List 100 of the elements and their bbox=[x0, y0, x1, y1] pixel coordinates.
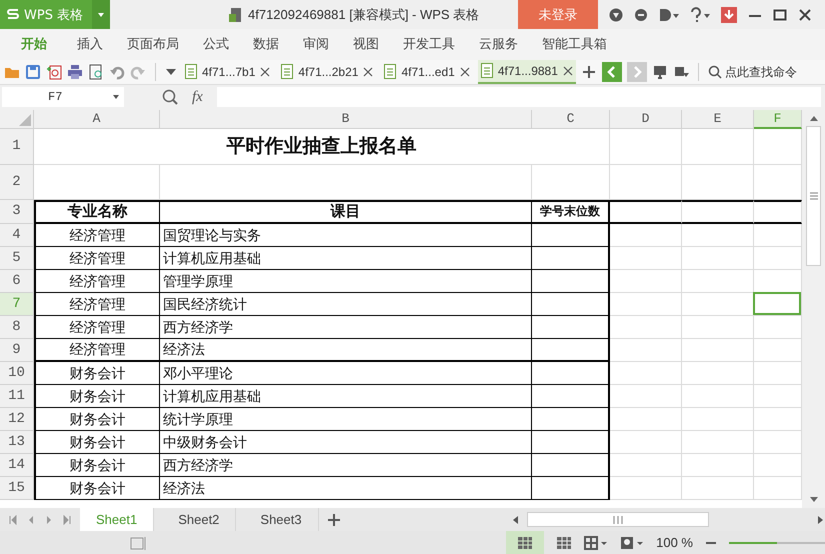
ribbon-tab[interactable]: 云服务 bbox=[467, 35, 530, 54]
close-icon[interactable] bbox=[562, 66, 573, 76]
empty-cell[interactable] bbox=[532, 270, 610, 293]
table-cell: 计算机应用基础 bbox=[160, 384, 532, 408]
row-header[interactable]: 11 bbox=[0, 384, 34, 408]
row-header[interactable]: 14 bbox=[0, 454, 34, 477]
document-tab[interactable]: 4f71...7b1 bbox=[182, 60, 274, 84]
column-header[interactable]: D bbox=[610, 110, 682, 129]
table-cell: 统计学原理 bbox=[160, 408, 532, 431]
table-cell: 经济管理 bbox=[34, 246, 160, 270]
table-cell: 经济法 bbox=[160, 338, 532, 362]
ribbon-tab[interactable]: 智能工具箱 bbox=[530, 35, 619, 54]
column-header[interactable]: C bbox=[532, 110, 610, 129]
scroll-up-icon[interactable] bbox=[808, 114, 818, 122]
page-break-view-icon[interactable] bbox=[556, 536, 572, 550]
pdf-export-icon[interactable] bbox=[46, 64, 62, 80]
empty-cell[interactable] bbox=[532, 316, 610, 339]
row-header[interactable]: 1 bbox=[0, 128, 34, 165]
table-cell: 经济管理 bbox=[34, 292, 160, 316]
search-field[interactable]: 点此查找命令 bbox=[724, 64, 813, 79]
spreadsheet-icon bbox=[185, 64, 197, 80]
dropdown-icon[interactable] bbox=[112, 94, 120, 100]
document-tab[interactable]: 4f71...2b21 bbox=[278, 60, 376, 84]
empty-cell[interactable] bbox=[532, 408, 610, 431]
name-box[interactable]: F7 bbox=[2, 87, 124, 108]
empty-cell[interactable] bbox=[532, 384, 610, 408]
empty-cell[interactable] bbox=[532, 224, 610, 247]
table-cell: 西方经济学 bbox=[160, 454, 532, 477]
empty-cell[interactable] bbox=[532, 476, 610, 500]
ribbon-tab[interactable]: 审阅 bbox=[291, 35, 341, 54]
select-all-icon[interactable] bbox=[19, 114, 31, 126]
title-cell: 平时作业抽查上报名单 bbox=[34, 128, 610, 165]
sheet-tab[interactable]: Sheet1 bbox=[80, 508, 154, 531]
row-header[interactable]: 3 bbox=[0, 200, 34, 224]
close-icon[interactable] bbox=[797, 6, 813, 22]
freeze-panes-icon[interactable] bbox=[584, 536, 608, 550]
empty-cell[interactable] bbox=[532, 338, 610, 362]
ribbon-tab[interactable]: 视图 bbox=[341, 35, 391, 54]
empty-cell[interactable] bbox=[532, 292, 610, 316]
ribbon-tab[interactable]: 数据 bbox=[241, 35, 291, 54]
empty-cell[interactable] bbox=[532, 430, 610, 454]
eye-protection-icon[interactable] bbox=[620, 536, 644, 550]
close-icon[interactable] bbox=[363, 66, 374, 77]
row-header[interactable]: 8 bbox=[0, 316, 34, 339]
grip-icon bbox=[613, 516, 623, 524]
next-icon[interactable] bbox=[626, 62, 647, 82]
document-icon bbox=[228, 6, 242, 22]
empty-cell[interactable] bbox=[532, 362, 610, 385]
table-cell: 经济管理 bbox=[34, 224, 160, 247]
ribbon-tab[interactable]: 页面布局 bbox=[115, 35, 191, 54]
download-icon[interactable] bbox=[720, 6, 738, 24]
empty-cell[interactable] bbox=[682, 200, 754, 224]
row-header[interactable]: 5 bbox=[0, 246, 34, 270]
document-tab[interactable]: 4f71...9881 bbox=[478, 60, 576, 84]
ribbon-tab[interactable]: 公式 bbox=[191, 35, 241, 54]
last-sheet-icon[interactable] bbox=[62, 514, 72, 524]
document-tab[interactable]: 4f71...ed1 bbox=[381, 60, 473, 84]
row-header[interactable]: 4 bbox=[0, 224, 34, 247]
help-icon[interactable] bbox=[689, 6, 711, 22]
empty-cell[interactable] bbox=[532, 454, 610, 477]
table-cell: 经济管理 bbox=[34, 338, 160, 362]
row-header[interactable]: 15 bbox=[0, 476, 34, 500]
insert-function-button[interactable]: fx bbox=[186, 88, 209, 106]
empty-cell[interactable] bbox=[610, 200, 682, 224]
column-header[interactable]: E bbox=[682, 110, 754, 129]
caret-icon[interactable] bbox=[97, 12, 105, 18]
zoom-lookup-icon[interactable] bbox=[162, 89, 178, 106]
add-sheet-icon[interactable] bbox=[326, 512, 341, 526]
scrollbar-thumb[interactable] bbox=[806, 126, 821, 266]
print-preview-icon[interactable] bbox=[88, 64, 104, 80]
notes-icon[interactable] bbox=[130, 536, 146, 550]
next-sheet-icon[interactable] bbox=[44, 514, 54, 524]
scroll-down-icon[interactable] bbox=[808, 496, 818, 504]
maximize-icon[interactable] bbox=[772, 6, 788, 22]
table-cell: 国民经济统计 bbox=[160, 292, 532, 316]
first-sheet-icon[interactable] bbox=[8, 514, 18, 524]
print-icon[interactable] bbox=[67, 64, 83, 80]
monitor-icon[interactable] bbox=[652, 64, 668, 80]
header-cell: 学号末位数 bbox=[532, 200, 610, 224]
row-header[interactable]: 13 bbox=[0, 430, 34, 454]
column-header[interactable]: A bbox=[34, 110, 160, 129]
previous-icon[interactable] bbox=[602, 62, 622, 82]
ribbon-tab[interactable]: 开发工具 bbox=[391, 35, 467, 54]
empty-cell[interactable] bbox=[532, 246, 610, 270]
save-icon[interactable] bbox=[25, 64, 41, 80]
ribbon-tab[interactable]: 插入 bbox=[65, 35, 115, 54]
horizontal-scrollbar[interactable] bbox=[527, 512, 709, 527]
dropdown-icon[interactable] bbox=[165, 66, 177, 77]
row-header[interactable]: 2 bbox=[0, 164, 34, 200]
add-icon[interactable] bbox=[580, 64, 597, 80]
close-icon[interactable] bbox=[260, 66, 270, 77]
row-header[interactable]: 10 bbox=[0, 362, 34, 385]
column-header[interactable]: B bbox=[160, 110, 532, 129]
row-header[interactable]: 12 bbox=[0, 408, 34, 431]
row-header[interactable]: 6 bbox=[0, 270, 34, 293]
scroll-right-icon[interactable] bbox=[817, 514, 825, 524]
normal-view-button[interactable] bbox=[506, 531, 544, 554]
scroll-left-icon[interactable] bbox=[511, 514, 519, 524]
close-icon[interactable] bbox=[460, 66, 470, 77]
row-header[interactable]: 9 bbox=[0, 338, 34, 362]
